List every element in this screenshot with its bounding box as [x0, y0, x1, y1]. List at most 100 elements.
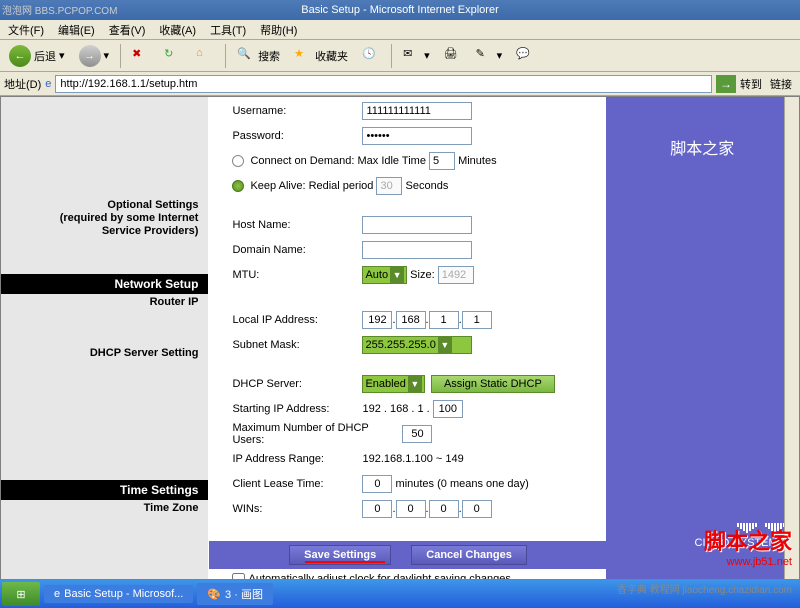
links-label[interactable]: 链接	[770, 76, 792, 92]
username-input[interactable]	[362, 102, 472, 120]
search-icon: 🔍	[237, 47, 255, 65]
start-button[interactable]: ⊞	[2, 582, 40, 606]
history-button[interactable]: 🕓	[357, 44, 385, 68]
watermark-top: 泡泡网 BBS.PCPOP.COM	[2, 2, 117, 17]
password-input[interactable]	[362, 127, 472, 145]
wins-d[interactable]	[462, 500, 492, 518]
mail-icon: ✉	[403, 47, 421, 65]
router-page: Optional Settings(required by some Inter…	[1, 97, 799, 579]
stop-icon: ✖	[132, 47, 150, 65]
username-label: Username:	[232, 105, 362, 117]
lip-c[interactable]	[429, 311, 459, 329]
main-form: Username: Password: Connect on Demand: M…	[208, 97, 605, 579]
subnet-select[interactable]: 255.255.255.0▼	[362, 336, 472, 354]
max-users-input[interactable]	[402, 425, 432, 443]
sidebar: Optional Settings(required by some Inter…	[1, 97, 208, 579]
scrollbar[interactable]	[784, 97, 799, 579]
back-icon: ←	[9, 45, 31, 67]
domainname-label: Domain Name:	[232, 244, 362, 256]
discuss-button[interactable]: 💬	[511, 44, 539, 68]
lease-input[interactable]	[362, 475, 392, 493]
print-button[interactable]: 🖨	[439, 44, 467, 68]
highlight-underline	[305, 561, 385, 563]
lip-a[interactable]	[362, 311, 392, 329]
wins-c[interactable]	[429, 500, 459, 518]
dhcp-server-label: DHCP Server:	[232, 378, 362, 390]
forward-button[interactable]: →▾	[74, 42, 115, 70]
chevron-down-icon: ▼	[390, 267, 404, 283]
back-button[interactable]: ←后退▾	[4, 42, 70, 70]
chevron-down-icon: ▼	[438, 337, 452, 353]
password-label: Password:	[232, 130, 362, 142]
watermark-bottom-right: 脚本之家 www.jb51.net	[704, 524, 792, 568]
range-label: IP Address Range:	[232, 453, 362, 465]
wins-b[interactable]	[396, 500, 426, 518]
dhcp-setting-label: DHCP Server Setting	[1, 345, 208, 362]
forward-icon: →	[79, 45, 101, 67]
stop-button[interactable]: ✖	[127, 44, 155, 68]
menu-favorites[interactable]: 收藏(A)	[159, 22, 196, 38]
mtu-size-input	[438, 266, 474, 284]
menu-help[interactable]: 帮助(H)	[260, 22, 297, 38]
edit-icon: ✎	[476, 47, 494, 65]
home-button[interactable]: ⌂	[191, 44, 219, 68]
refresh-button[interactable]: ↻	[159, 44, 187, 68]
dhcp-select[interactable]: Enabled▼	[362, 375, 424, 393]
starting-ip-input[interactable]	[433, 400, 463, 418]
history-icon: 🕓	[362, 47, 380, 65]
ie-icon: e	[45, 78, 51, 90]
menu-file[interactable]: 文件(F)	[8, 22, 44, 38]
menu-tools[interactable]: 工具(T)	[210, 22, 246, 38]
max-users-label: Maximum Number of DHCP Users:	[232, 422, 402, 446]
time-settings-header: Time Settings	[1, 480, 208, 500]
range-value: 192.168.1.100 ~ 149	[362, 453, 463, 465]
address-bar: 地址(D) e → 转到 链接	[0, 72, 800, 96]
address-label: 地址(D)	[4, 76, 41, 92]
network-setup-header: Network Setup	[1, 274, 208, 294]
mail-button[interactable]: ✉▾	[398, 44, 435, 68]
dst-checkbox[interactable]	[232, 573, 245, 581]
keep-alive-radio[interactable]	[232, 180, 244, 192]
taskbar-app1[interactable]: eBasic Setup - Microsof...	[44, 585, 193, 603]
chevron-down-icon: ▼	[408, 376, 422, 392]
connect-on-demand-radio[interactable]	[232, 155, 244, 167]
separator	[120, 44, 121, 68]
brand-panel: 脚本之家 CISCO SYSTEMS	[606, 97, 800, 579]
favorites-button[interactable]: ★收藏夹	[289, 44, 353, 68]
window-titlebar: Basic Setup - Microsoft Internet Explore…	[0, 0, 800, 20]
lease-label: Client Lease Time:	[232, 478, 362, 490]
mtu-select[interactable]: Auto▼	[362, 266, 407, 284]
menu-edit[interactable]: 编辑(E)	[58, 22, 95, 38]
go-label: 转到	[740, 76, 762, 92]
menubar: 文件(F) 编辑(E) 查看(V) 收藏(A) 工具(T) 帮助(H)	[0, 20, 800, 40]
button-bar: Save Settings Cancel Changes	[209, 541, 607, 569]
edit-button[interactable]: ✎▾	[471, 44, 508, 68]
lip-b[interactable]	[396, 311, 426, 329]
home-icon: ⌂	[196, 47, 214, 65]
brand-text: 脚本之家	[606, 135, 800, 159]
ka-label: Keep Alive: Redial period	[250, 180, 373, 192]
dst-label: Automatically adjust clock for daylight …	[249, 573, 514, 580]
watermark-attribution: 香字典 教程网 jiaocheng.chazidian.com	[617, 581, 792, 596]
assign-static-dhcp-button[interactable]: Assign Static DHCP	[431, 375, 555, 393]
windows-icon: ⊞	[16, 588, 25, 601]
ie-icon: e	[54, 588, 60, 600]
time-zone-label: Time Zone	[1, 500, 208, 517]
cod-input[interactable]	[429, 152, 455, 170]
cancel-changes-button[interactable]: Cancel Changes	[411, 545, 527, 565]
lip-d[interactable]	[462, 311, 492, 329]
star-icon: ★	[294, 47, 312, 65]
browser-viewport: Optional Settings(required by some Inter…	[0, 96, 800, 580]
local-ip-label: Local IP Address:	[232, 314, 362, 326]
hostname-label: Host Name:	[232, 219, 362, 231]
separator	[391, 44, 392, 68]
taskbar-app2[interactable]: 🎨3 · 画图	[197, 583, 273, 605]
hostname-input[interactable]	[362, 216, 472, 234]
search-button[interactable]: 🔍搜索	[232, 44, 285, 68]
toolbar: ←后退▾ →▾ ✖ ↻ ⌂ 🔍搜索 ★收藏夹 🕓 ✉▾ 🖨 ✎▾ 💬	[0, 40, 800, 72]
go-button[interactable]: →	[716, 75, 736, 93]
menu-view[interactable]: 查看(V)	[109, 22, 146, 38]
wins-a[interactable]	[362, 500, 392, 518]
domainname-input[interactable]	[362, 241, 472, 259]
address-input[interactable]	[55, 75, 712, 93]
